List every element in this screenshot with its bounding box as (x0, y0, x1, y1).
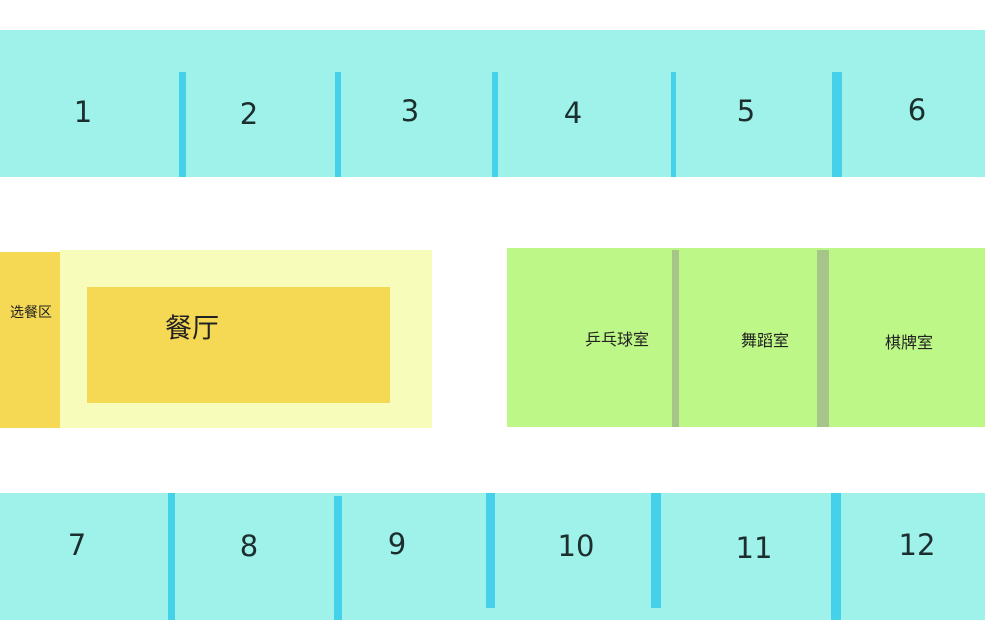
room-number-11: 11 (735, 531, 773, 565)
room-divider (334, 496, 342, 620)
chess-room-label: 棋牌室 (884, 333, 934, 352)
room-number-9: 9 (387, 527, 407, 561)
room-divider (486, 493, 495, 608)
room-divider (168, 493, 175, 620)
serving-area-label: 选餐区 (10, 305, 52, 321)
dining-hall-label: 餐厅 (165, 313, 219, 345)
room-number-10: 10 (557, 529, 595, 563)
room-divider (335, 72, 341, 177)
activity-room-divider (817, 250, 829, 427)
room-number-5: 5 (736, 94, 756, 128)
room-number-7: 7 (67, 528, 87, 562)
ping-pong-room-label: 乒乓球室 (584, 330, 650, 349)
room-number-12: 12 (898, 528, 936, 562)
room-number-8: 8 (239, 529, 259, 563)
dance-room-label: 舞蹈室 (740, 331, 790, 350)
room-divider (492, 72, 498, 177)
room-number-6: 6 (907, 93, 927, 127)
room-number-2: 2 (239, 97, 259, 131)
serving-area (0, 252, 60, 428)
floor-plan: 1 2 3 4 5 6 选餐区 餐厅 乒乓球室 舞蹈室 棋牌室 7 8 9 10… (0, 0, 985, 620)
room-divider (832, 72, 842, 177)
room-divider (831, 493, 841, 620)
room-number-3: 3 (400, 94, 420, 128)
room-divider (671, 72, 676, 177)
room-divider (179, 72, 186, 177)
room-divider (651, 493, 661, 608)
room-number-1: 1 (73, 95, 93, 129)
room-number-4: 4 (563, 96, 583, 130)
dining-hall (87, 287, 390, 403)
activity-room-divider (672, 250, 679, 427)
